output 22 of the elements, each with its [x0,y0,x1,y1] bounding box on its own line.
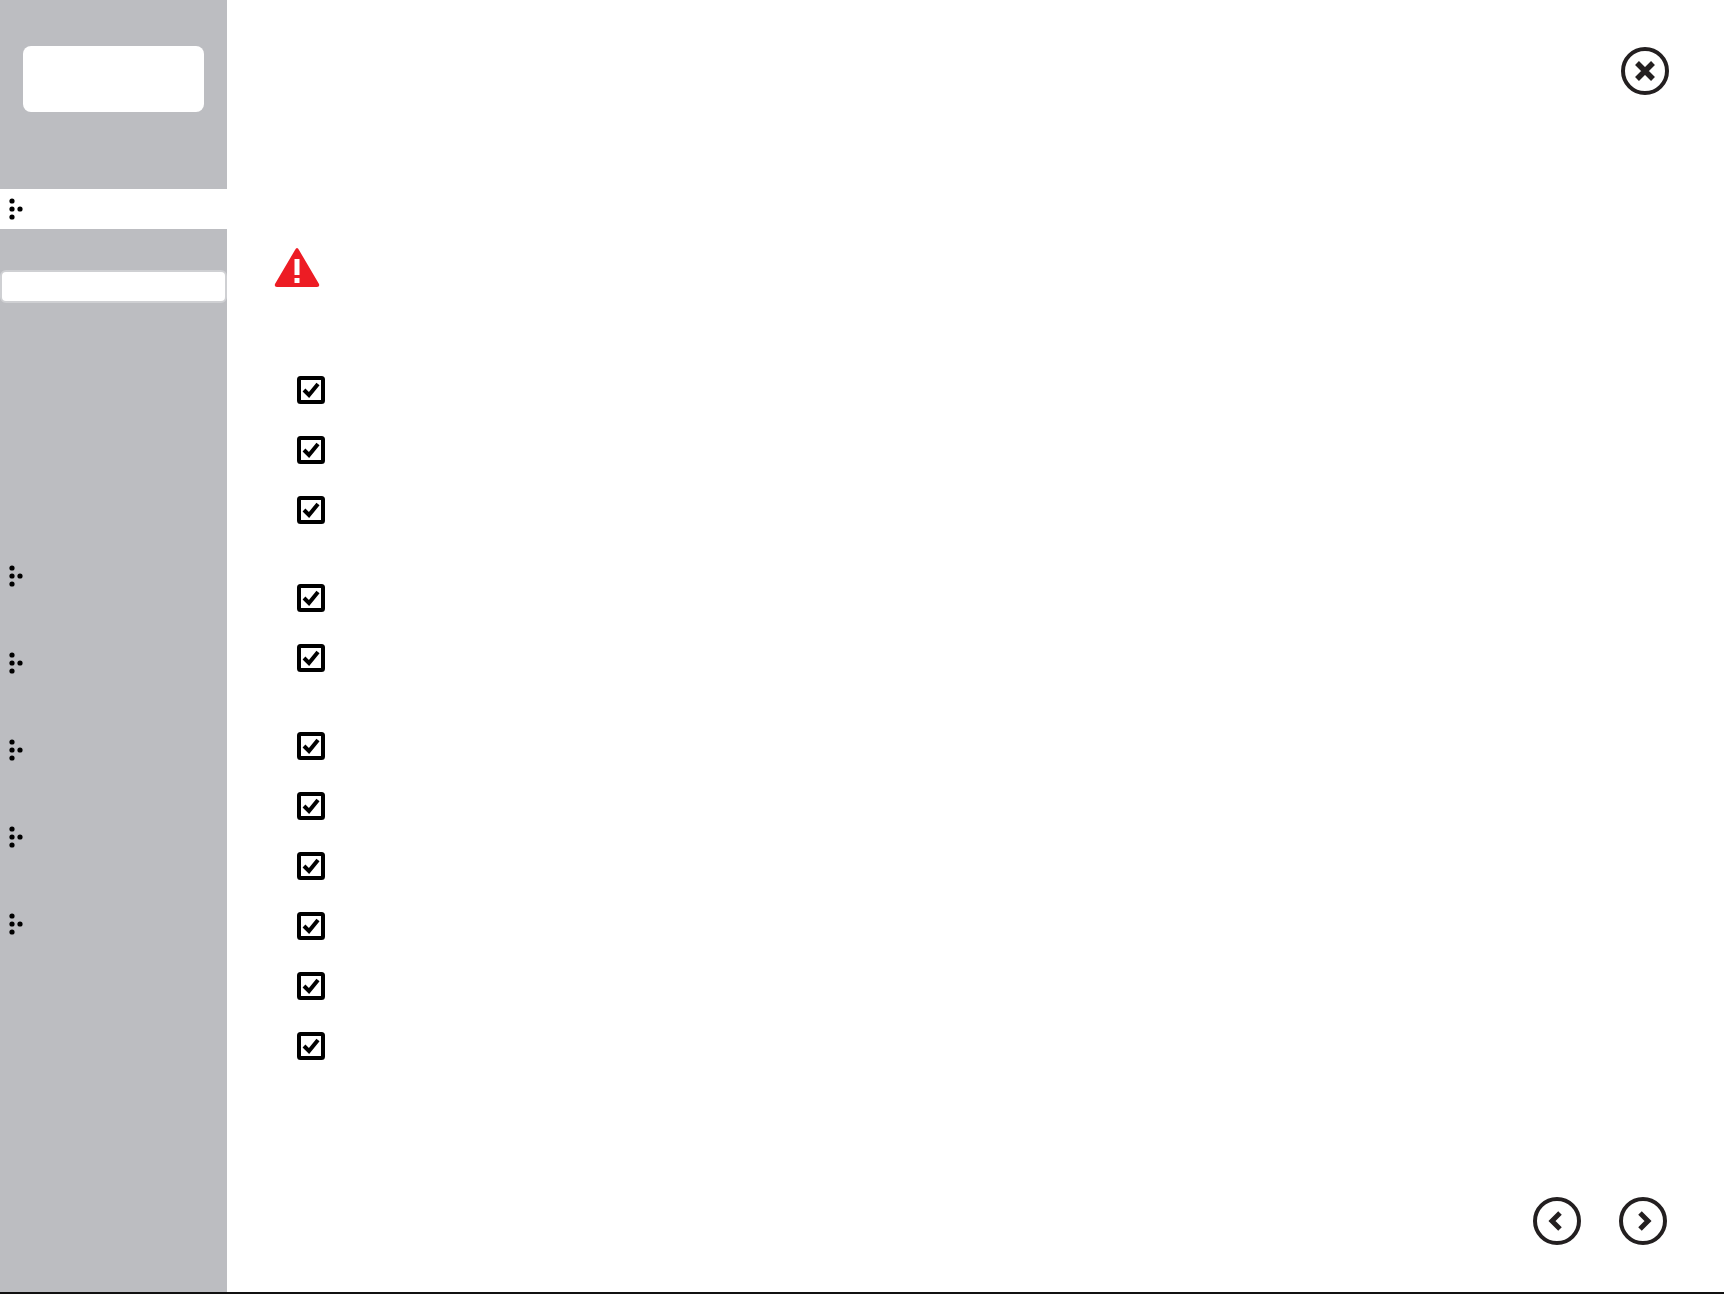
checkbox[interactable] [297,584,325,612]
checkbox[interactable] [297,852,325,880]
next-button[interactable] [1618,1196,1668,1246]
checkbox[interactable] [297,912,325,940]
checkbox[interactable] [297,972,325,1000]
checkbox[interactable] [297,436,325,464]
dots-icon [9,913,23,935]
dots-icon [9,565,23,587]
dots-icon [9,652,23,674]
checkbox[interactable] [297,1032,325,1060]
dots-icon [9,739,23,761]
dots-icon [9,198,23,220]
dots-icon [9,826,23,848]
warning-icon [273,246,321,288]
checkbox[interactable] [297,732,325,760]
close-button[interactable] [1620,46,1670,96]
previous-button[interactable] [1532,1196,1582,1246]
checkbox[interactable] [297,644,325,672]
checkbox[interactable] [297,496,325,524]
input-field[interactable] [0,270,227,303]
checkbox[interactable] [297,376,325,404]
checkbox[interactable] [297,792,325,820]
